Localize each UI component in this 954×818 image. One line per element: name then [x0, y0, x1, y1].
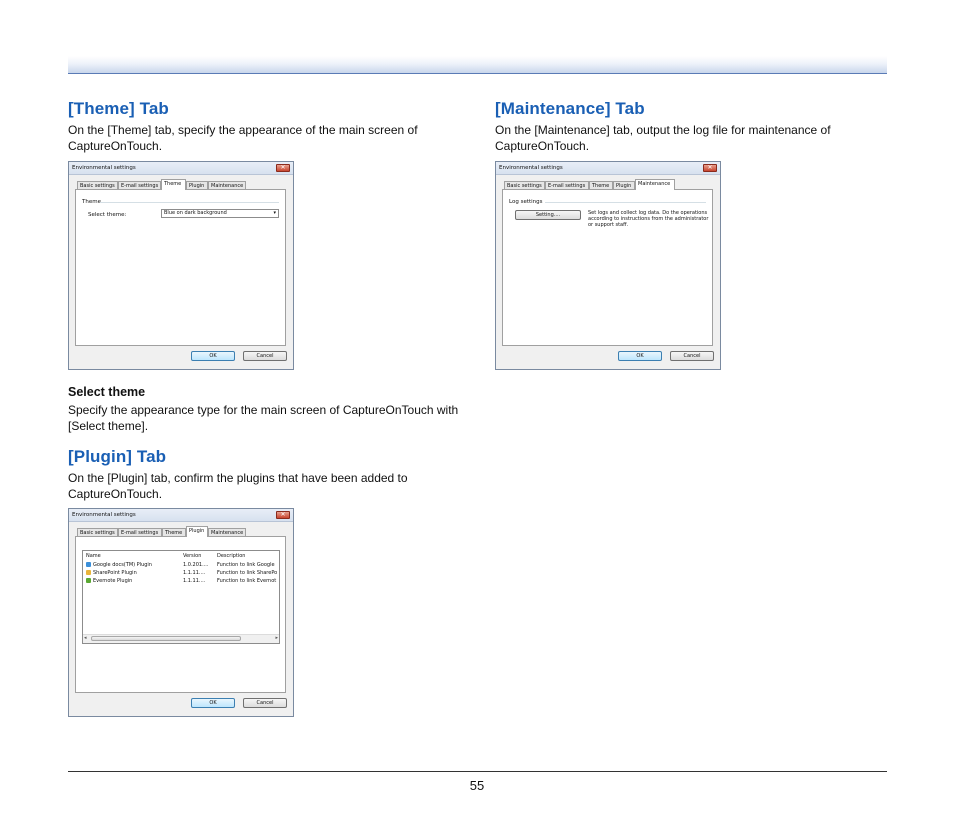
- sharepoint-icon: [86, 570, 91, 575]
- theme-group-divider: [100, 202, 279, 203]
- plugin-panel: Name Version Description Google docs(TM)…: [75, 536, 286, 693]
- plugin-description: Function to link SharePo: [217, 570, 278, 576]
- plugin-list[interactable]: Name Version Description Google docs(TM)…: [82, 550, 280, 644]
- cancel-button[interactable]: Cancel: [243, 698, 287, 708]
- scroll-left-icon[interactable]: ◂: [84, 635, 87, 641]
- plugin-tab-intro: On the [Plugin] tab, confirm the plugins…: [68, 471, 408, 501]
- dialog-title: Environmental settings: [72, 512, 136, 518]
- plugin-version: 1.1.11....: [183, 578, 206, 584]
- google-docs-icon: [86, 562, 91, 567]
- theme-panel: Theme Select theme: Blue on dark backgro…: [75, 189, 286, 346]
- log-settings-description: Set logs and collect log data. Do the op…: [588, 210, 709, 228]
- select-theme-value: Blue on dark background: [164, 210, 227, 216]
- close-icon[interactable]: ✕: [703, 164, 717, 172]
- column-header-version[interactable]: Version: [183, 553, 201, 559]
- scrollbar-thumb[interactable]: [91, 636, 241, 641]
- plugin-version: 1.0.201....: [183, 562, 209, 568]
- log-settings-divider: [545, 202, 706, 203]
- plugin-dialog-screenshot: Environmental settings ✕ Basic settings …: [68, 508, 294, 717]
- theme-tab-heading: [Theme] Tab: [68, 99, 169, 118]
- close-icon[interactable]: ✕: [276, 164, 290, 172]
- plugin-description: Function to link Google: [217, 562, 275, 568]
- close-icon[interactable]: ✕: [276, 511, 290, 519]
- theme-dialog-screenshot: Environmental settings ✕ Basic settings …: [68, 161, 294, 370]
- tab-maintenance[interactable]: Maintenance: [635, 179, 675, 190]
- ok-button[interactable]: OK: [618, 351, 662, 361]
- scroll-right-icon[interactable]: ▸: [275, 635, 278, 641]
- ok-button[interactable]: OK: [191, 698, 235, 708]
- plugin-name[interactable]: Evernote Plugin: [93, 578, 181, 584]
- plugin-name[interactable]: SharePoint Plugin: [93, 570, 181, 576]
- theme-tab-intro: On the [Theme] tab, specify the appearan…: [68, 123, 418, 153]
- plugin-tab-heading: [Plugin] Tab: [68, 447, 167, 466]
- dialog-title: Environmental settings: [72, 165, 136, 171]
- chevron-down-icon: ▾: [273, 210, 276, 216]
- log-setting-button[interactable]: Setting....: [515, 210, 581, 220]
- maintenance-tab-intro: On the [Maintenance] tab, output the log…: [495, 123, 831, 153]
- select-theme-block: Select theme Specify the appearance type…: [68, 384, 468, 434]
- ok-button[interactable]: OK: [191, 351, 235, 361]
- maintenance-dialog-screenshot: Environmental settings ✕ Basic settings …: [495, 161, 721, 370]
- plugin-description: Function to link Evernot: [217, 578, 277, 584]
- horizontal-scrollbar[interactable]: ◂ ▸: [83, 634, 279, 643]
- cancel-button[interactable]: Cancel: [670, 351, 714, 361]
- page-header-band: [68, 56, 887, 74]
- column-header-description[interactable]: Description: [217, 553, 245, 559]
- column-header-name[interactable]: Name: [86, 553, 101, 559]
- plugin-block: [Plugin] Tab On the [Plugin] tab, confir…: [68, 446, 468, 502]
- evernote-icon: [86, 578, 91, 583]
- select-theme-text: Specify the appearance type for the main…: [68, 403, 459, 433]
- maintenance-panel: Log settings Setting.... Set logs and co…: [502, 189, 713, 346]
- left-column: [Theme] Tab On the [Theme] tab, specify …: [68, 98, 468, 154]
- plugin-name[interactable]: Google docs(TM) Plugin: [93, 562, 181, 568]
- dialog-titlebar: Environmental settings ✕: [496, 162, 720, 175]
- cancel-button[interactable]: Cancel: [243, 351, 287, 361]
- tab-theme[interactable]: Theme: [161, 179, 186, 190]
- log-settings-label: Log settings: [509, 199, 543, 205]
- dialog-title: Environmental settings: [499, 165, 563, 171]
- dialog-titlebar: Environmental settings ✕: [69, 509, 293, 522]
- right-column: [Maintenance] Tab On the [Maintenance] t…: [495, 98, 895, 154]
- tab-plugin[interactable]: Plugin: [186, 526, 208, 537]
- page-number: 55: [469, 778, 485, 793]
- maintenance-tab-heading: [Maintenance] Tab: [495, 99, 645, 118]
- dialog-titlebar: Environmental settings ✕: [69, 162, 293, 175]
- theme-group-label: Theme: [82, 199, 101, 205]
- select-theme-label: Select theme:: [88, 212, 127, 218]
- select-theme-dropdown[interactable]: Blue on dark background ▾: [161, 209, 279, 218]
- page-footer-rule: [68, 771, 887, 772]
- plugin-version: 1.1.11....: [183, 570, 206, 576]
- select-theme-heading: Select theme: [68, 385, 146, 399]
